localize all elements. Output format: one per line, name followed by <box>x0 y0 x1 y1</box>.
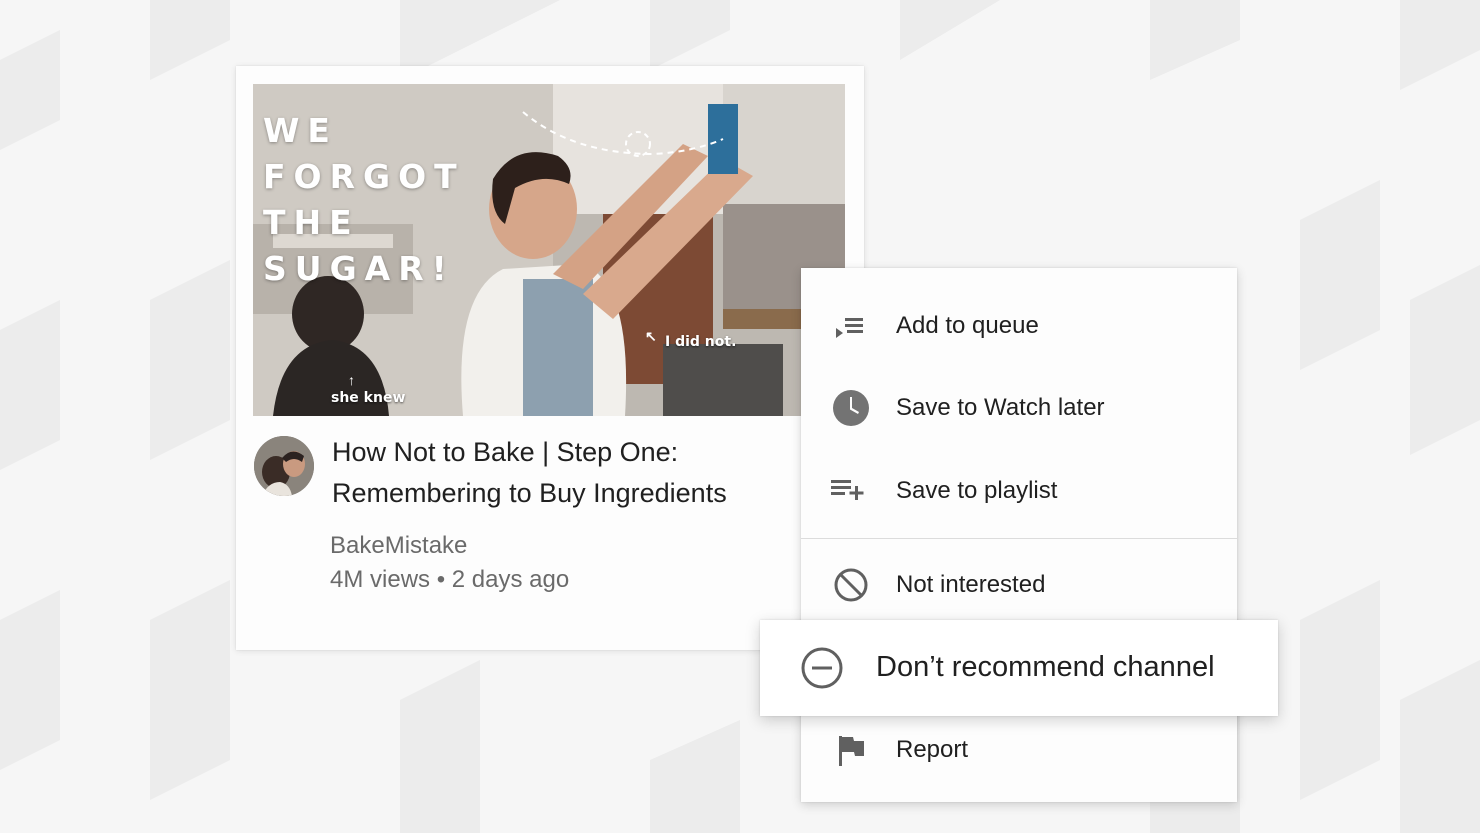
menu-item-label: Not interested <box>896 571 1046 598</box>
video-title[interactable]: How Not to Bake | Step One: Remembering … <box>332 432 802 514</box>
block-icon <box>834 568 868 602</box>
channel-name[interactable]: BakeMistake <box>330 532 467 560</box>
thumbnail-caption-left: she knew <box>331 390 406 406</box>
menu-item-label: Report <box>896 736 969 763</box>
video-metadata: 4M views • 2 days ago <box>330 566 570 593</box>
menu-item-label: Save to playlist <box>896 477 1058 504</box>
thumbnail-title-line: SUGAR! <box>263 249 455 288</box>
avatar-image <box>254 436 314 496</box>
thumbnail-title-text: WE FORGOT THE SUGAR! <box>263 108 473 292</box>
video-card[interactable]: WE FORGOT THE SUGAR! ↖ I did not. ↑ she … <box>236 66 864 650</box>
context-menu: Add to queue Save to Watch later Save to… <box>801 268 1237 802</box>
flag-icon <box>839 736 864 766</box>
clock-icon <box>833 390 869 426</box>
menu-divider <box>801 538 1237 539</box>
menu-item-dont-recommend-channel[interactable]: Don’t recommend channel <box>760 620 1278 716</box>
add-to-queue-icon <box>836 318 863 338</box>
menu-item-add-to-queue[interactable]: Add to queue <box>801 286 1237 368</box>
menu-item-label: Save to Watch later <box>896 394 1105 421</box>
channel-avatar[interactable] <box>254 436 314 496</box>
video-thumbnail[interactable]: WE FORGOT THE SUGAR! ↖ I did not. ↑ she … <box>253 84 845 416</box>
menu-item-save-to-watch-later[interactable]: Save to Watch later <box>801 368 1237 450</box>
menu-item-not-interested[interactable]: Not interested <box>801 545 1237 627</box>
menu-item-report[interactable]: Report <box>801 710 1237 792</box>
caption-arrow-icon: ↑ <box>348 372 355 388</box>
caption-arrow-icon: ↖ <box>645 328 657 344</box>
menu-item-label: Don’t recommend channel <box>876 651 1215 683</box>
playlist-add-icon <box>831 480 864 500</box>
thumbnail-title-line: THE <box>263 203 360 242</box>
thumbnail-title-line: WE <box>263 111 338 150</box>
menu-item-label: Add to queue <box>896 312 1039 339</box>
thumbnail-title-line: FORGOT <box>263 157 465 196</box>
thumbnail-caption-right: I did not. <box>665 334 737 350</box>
remove-circle-icon <box>801 647 843 689</box>
menu-item-save-to-playlist[interactable]: Save to playlist <box>801 451 1237 533</box>
